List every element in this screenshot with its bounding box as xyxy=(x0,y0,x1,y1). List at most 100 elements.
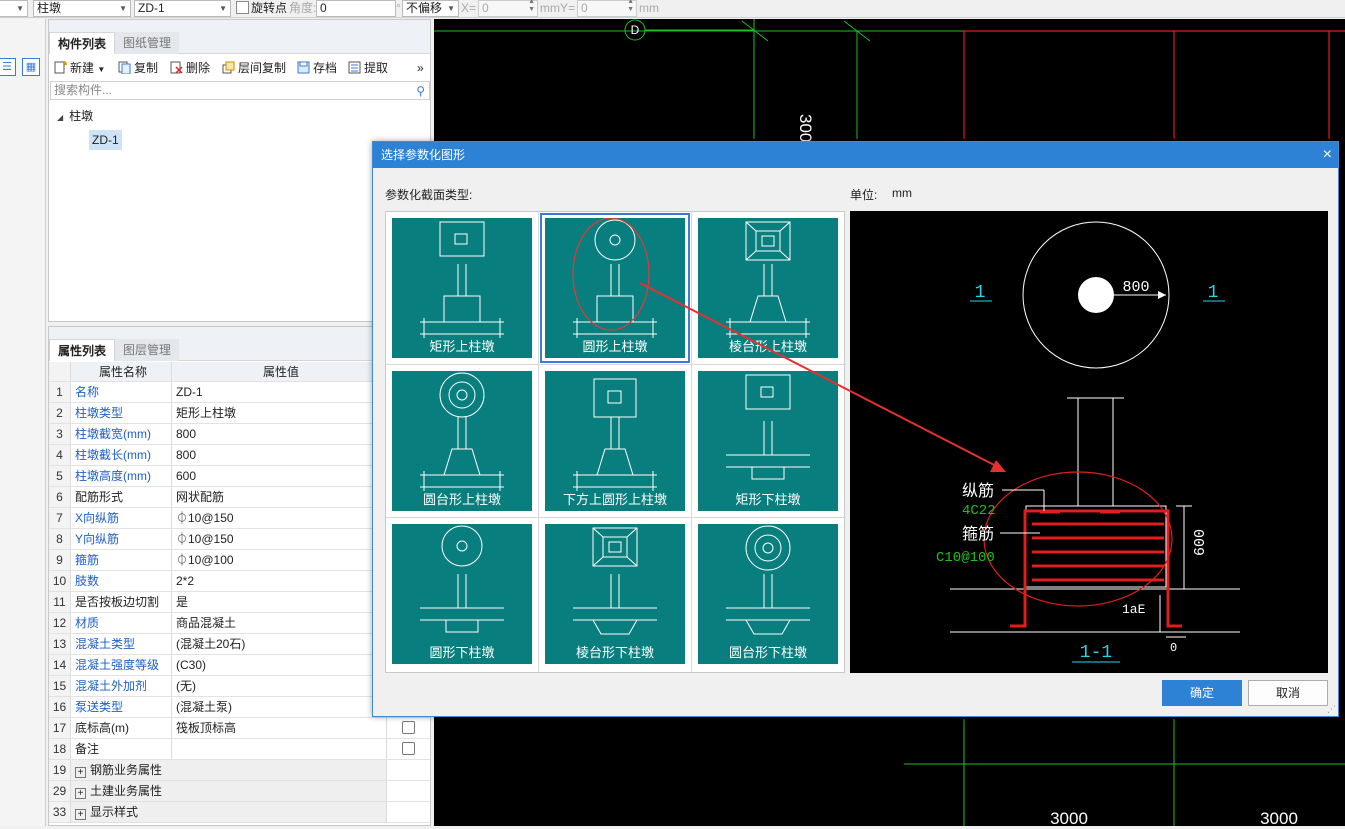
offset-select[interactable]: 不偏移 ▼ xyxy=(402,0,459,17)
row-number: 29 xyxy=(49,781,71,801)
property-name: 是否按板边切割 xyxy=(71,592,172,612)
table-row[interactable]: 33 + 显示样式 xyxy=(49,802,430,823)
shape-circle-upper[interactable]: 圆形上柱墩 xyxy=(540,213,690,363)
property-value[interactable]: ⏀10@100 xyxy=(172,550,387,570)
table-row[interactable]: 18 备注 xyxy=(49,739,430,760)
mmy-label: mmY= xyxy=(540,1,576,15)
property-value[interactable]: 2*2 xyxy=(172,571,387,591)
property-value[interactable]: 网状配筋 xyxy=(172,487,387,507)
shape-label: 圆形下柱墩 xyxy=(429,645,495,660)
x-spinner[interactable]: 0 ▲ ▼ xyxy=(478,0,538,17)
copy-button[interactable]: 复制 xyxy=(118,58,158,78)
expand-plus-icon[interactable]: + xyxy=(75,767,86,778)
chevron-down-icon: ▼ xyxy=(447,4,455,13)
close-icon[interactable]: × xyxy=(1323,142,1332,168)
toolbar-prev-combo[interactable]: ▼ xyxy=(0,0,28,17)
cancel-button[interactable]: 取消 xyxy=(1248,680,1328,706)
row-number: 16 xyxy=(49,697,71,717)
property-name-text: 材质 xyxy=(75,616,100,630)
property-extra[interactable] xyxy=(387,739,430,759)
shape-frustum-upper[interactable]: 棱台形上柱墩 xyxy=(698,218,838,358)
table-row[interactable]: 17 底标高(m) 筏板顶标高 xyxy=(49,718,430,739)
expand-plus-icon[interactable]: + xyxy=(75,788,86,799)
search-icon[interactable]: ⚲ xyxy=(416,83,425,100)
list-view-icon[interactable]: ☰ xyxy=(0,58,16,76)
shape-cone-lower[interactable]: 圆台形下柱墩 xyxy=(698,524,838,664)
spin-arrows-icon: ▲ ▼ xyxy=(528,0,535,13)
property-value[interactable]: (混凝土泵) xyxy=(172,697,387,717)
property-extra[interactable] xyxy=(387,718,430,738)
red-beam-lines xyxy=(963,30,1345,139)
delete-button[interactable]: 删除 xyxy=(170,58,210,78)
archive-button[interactable]: 存档 xyxy=(297,58,337,78)
rotate-checkbox[interactable] xyxy=(236,1,249,14)
shape-frustum-lower[interactable]: 棱台形下柱墩 xyxy=(545,524,685,664)
tab-layer-management[interactable]: 图层管理 xyxy=(115,339,180,361)
row-number: 6 xyxy=(49,487,71,507)
property-value[interactable]: 矩形上柱墩 xyxy=(172,403,387,423)
expand-triangle-icon[interactable]: ◢ xyxy=(57,113,63,122)
attach-checkbox[interactable] xyxy=(402,721,415,734)
property-name: 备注 xyxy=(71,739,172,759)
shape-label: 下方上圆形上柱墩 xyxy=(562,492,667,507)
property-value[interactable]: (C30) xyxy=(172,655,387,675)
shape-rect-lower[interactable]: 矩形下柱墩 xyxy=(698,371,838,511)
unit-label: 单位: xyxy=(850,188,878,202)
floor-copy-button[interactable]: 层间复制 xyxy=(222,58,286,78)
property-name-text: 钢筋业务属性 xyxy=(90,763,163,777)
expand-plus-icon[interactable]: + xyxy=(75,809,86,820)
tab-drawing-management[interactable]: 图纸管理 xyxy=(115,32,180,54)
shape-rect-round-upper[interactable]: 下方上圆形上柱墩 xyxy=(545,371,685,511)
property-value[interactable]: ZD-1 xyxy=(172,382,387,402)
property-value[interactable]: 筏板顶标高 xyxy=(172,718,387,738)
resize-grip-icon[interactable]: ⋰ xyxy=(1327,704,1336,715)
property-value[interactable]: 是 xyxy=(172,592,387,612)
table-row[interactable]: 19 + 钢筋业务属性 xyxy=(49,760,430,781)
axis-label: D xyxy=(631,23,640,37)
tab-property-list[interactable]: 属性列表 xyxy=(49,339,116,361)
row-number: 1 xyxy=(49,382,71,402)
longitudinal-value: 4C22 xyxy=(962,503,996,519)
ok-button[interactable]: 确定 xyxy=(1162,680,1242,706)
property-name: 混凝土外加剂 xyxy=(71,676,172,696)
property-name: 底标高(m) xyxy=(71,718,172,738)
property-name: 配筋形式 xyxy=(71,487,172,507)
grid-view-icon[interactable]: ▦ xyxy=(22,58,40,76)
height-label: 600 xyxy=(1192,529,1209,556)
property-value[interactable] xyxy=(172,739,387,759)
property-value[interactable]: (无) xyxy=(172,676,387,696)
property-value[interactable]: ⏀10@150 xyxy=(172,508,387,528)
search-input[interactable]: 搜索构件... ⚲ xyxy=(50,81,430,100)
angle-label: 角度: xyxy=(289,1,317,15)
category-select[interactable]: 柱墩 ▼ xyxy=(33,0,131,17)
shape-grid: 矩形上柱墩 圆形上柱墩 棱台形上柱墩圆台形上柱墩 下方上圆形上柱墩 矩形下柱墩圆形下柱墩… xyxy=(385,211,846,673)
table-row[interactable]: 29 + 土建业务属性 xyxy=(49,781,430,802)
extract-button[interactable]: 提取 xyxy=(348,58,388,78)
row-number: 5 xyxy=(49,466,71,486)
tab-component-list[interactable]: 构件列表 xyxy=(49,32,116,54)
more-tools-button[interactable]: » xyxy=(417,58,424,78)
tree-node-category[interactable]: ◢ 柱墩 xyxy=(57,108,93,126)
row-number: 15 xyxy=(49,676,71,696)
shape-cone-upper[interactable]: 圆台形上柱墩 xyxy=(392,371,532,511)
property-name-text: 显示样式 xyxy=(90,805,139,819)
component-select[interactable]: ZD-1 ▼ xyxy=(134,0,231,17)
property-value[interactable]: 600 xyxy=(172,466,387,486)
property-value[interactable]: ⏀10@150 xyxy=(172,529,387,549)
row-number: 7 xyxy=(49,508,71,528)
property-value[interactable]: 800 xyxy=(172,445,387,465)
delete-icon xyxy=(170,61,183,74)
new-button[interactable]: 新建 ▼ xyxy=(54,58,105,80)
property-name-text: Y向纵筋 xyxy=(75,532,120,546)
angle-input[interactable]: 0 xyxy=(316,0,396,17)
attach-checkbox[interactable] xyxy=(402,742,415,755)
header-num xyxy=(49,362,71,381)
property-value[interactable]: 800 xyxy=(172,424,387,444)
section-type-label: 参数化截面类型: xyxy=(385,188,473,202)
property-value[interactable]: (混凝土20石) xyxy=(172,634,387,654)
shape-rect-upper[interactable]: 矩形上柱墩 xyxy=(392,218,532,358)
property-value[interactable]: 商品混凝土 xyxy=(172,613,387,633)
y-spinner[interactable]: 0 ▲ ▼ xyxy=(577,0,637,17)
tree-item-zd1[interactable]: ZD-1 xyxy=(89,130,122,150)
shape-circle-lower[interactable]: 圆形下柱墩 xyxy=(392,524,532,664)
